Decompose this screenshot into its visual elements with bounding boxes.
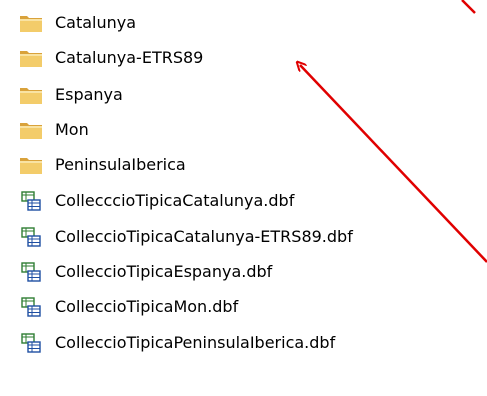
item-name: ColleccioTipicaPeninsulaIberica.dbf <box>55 333 336 352</box>
list-item-folder[interactable]: Catalunya-ETRS89 <box>0 41 470 75</box>
dbf-file-icon <box>21 333 41 353</box>
folder-icon <box>20 16 42 32</box>
item-name: Catalunya-ETRS89 <box>55 48 204 67</box>
file-list: Catalunya Catalunya-ETRS89 Espanya Mon P… <box>0 0 487 396</box>
list-item-file[interactable]: ColleccioTipicaEspanya.dbf <box>0 255 470 289</box>
list-item-folder[interactable]: PeninsulaIberica <box>0 148 470 182</box>
item-name: PeninsulaIberica <box>55 155 186 174</box>
folder-icon <box>20 123 42 139</box>
item-name: ColleccioTipicaEspanya.dbf <box>55 262 273 281</box>
list-item-file[interactable]: ColleccioTipicaMon.dbf <box>0 290 470 324</box>
list-item-folder[interactable]: Catalunya <box>0 6 470 40</box>
folder-icon <box>20 88 42 104</box>
item-name: Catalunya <box>55 13 137 32</box>
dbf-file-icon <box>21 191 41 211</box>
item-name: ColleccioTipicaMon.dbf <box>55 297 239 316</box>
dbf-file-icon <box>21 297 41 317</box>
list-item-file[interactable]: ColleccioTipicaPeninsulaIberica.dbf <box>0 326 470 360</box>
item-name: ColleccioTipicaCatalunya-ETRS89.dbf <box>55 227 353 246</box>
dbf-file-icon <box>21 227 41 247</box>
dbf-file-icon <box>21 262 41 282</box>
folder-icon <box>20 51 42 67</box>
list-item-folder[interactable]: Espanya <box>0 78 470 112</box>
item-name: Mon <box>55 120 89 139</box>
item-name: Espanya <box>55 85 123 104</box>
item-name: CollecccioTipicaCatalunya.dbf <box>55 191 295 210</box>
list-item-file[interactable]: ColleccioTipicaCatalunya-ETRS89.dbf <box>0 220 470 254</box>
list-item-folder[interactable]: Mon <box>0 113 470 147</box>
folder-icon <box>20 158 42 174</box>
list-item-file[interactable]: CollecccioTipicaCatalunya.dbf <box>0 184 470 218</box>
